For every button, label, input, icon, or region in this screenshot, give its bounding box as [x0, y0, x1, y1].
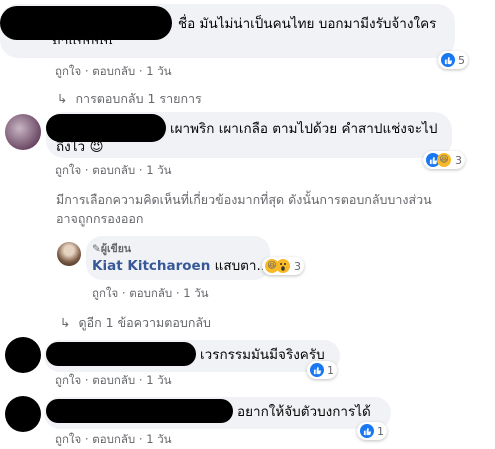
- pencil-icon: ✎: [92, 243, 101, 255]
- comment-actions: ถูกใจ · ตอบกลับ · 1 วัน: [55, 373, 172, 387]
- reply-author-name[interactable]: Kiat Kitcharoen: [92, 258, 210, 274]
- reply-link[interactable]: ตอบกลับ: [92, 64, 135, 78]
- comment-actions: ถูกใจ · ตอบกลับ · 1 วัน: [55, 432, 172, 446]
- reply-actions: ถูกใจ · ตอบกลับ · 1 วัน: [92, 286, 209, 300]
- filter-notice: มีการเลือกความคิดเห็นที่เกี่ยวข้องมากที่…: [56, 192, 432, 226]
- like-link[interactable]: ถูกใจ: [55, 373, 81, 387]
- like-reaction-icon: [310, 363, 324, 377]
- timestamp[interactable]: 1 วัน: [146, 163, 171, 177]
- redacted-author-name: [46, 399, 233, 423]
- reply-link[interactable]: ตอบกลับ: [129, 286, 172, 300]
- author-avatar[interactable]: [57, 242, 81, 266]
- timestamp[interactable]: 1 วัน: [183, 286, 208, 300]
- timestamp[interactable]: 1 วัน: [146, 64, 171, 78]
- view-replies-link[interactable]: ↳ การตอบกลับ 1 รายการ: [57, 89, 202, 109]
- comment-actions: ถูกใจ · ตอบกลับ · 1 วัน: [55, 163, 172, 177]
- reply-link[interactable]: ตอบกลับ: [92, 432, 135, 446]
- like-link[interactable]: ถูกใจ: [92, 286, 118, 300]
- reaction-summary[interactable]: 😆 3: [423, 151, 465, 169]
- reply-arrow-icon: ↳: [60, 315, 71, 330]
- wow-reaction-icon: [276, 259, 290, 273]
- reply-link[interactable]: ตอบกลับ: [92, 163, 135, 177]
- reaction-count: 5: [458, 53, 465, 67]
- reaction-count: 1: [377, 424, 384, 438]
- comment-text-line2: มาแบบนั้น: [52, 34, 113, 44]
- comment-text: เผาพริก เผาเกลือ ตามไปด้วย คำสาปแช่งจะไป: [170, 121, 438, 137]
- reaction-summary[interactable]: 😆 3: [262, 257, 304, 275]
- reaction-count: 3: [294, 259, 301, 273]
- commenter-avatar[interactable]: [5, 114, 41, 150]
- timestamp[interactable]: 1 วัน: [146, 373, 171, 387]
- comment-actions: ถูกใจ · ตอบกลับ · 1 วัน: [55, 64, 172, 78]
- reaction-summary[interactable]: 5: [438, 51, 468, 69]
- comment-text-line2: ถึงไว 😈: [56, 139, 104, 155]
- author-badge: ✎ผู้เขียน: [92, 243, 132, 255]
- like-link[interactable]: ถูกใจ: [55, 432, 81, 446]
- reaction-count: 3: [455, 153, 462, 167]
- reaction-summary[interactable]: 1: [357, 422, 387, 440]
- devil-emoji-icon: 😈: [89, 139, 104, 155]
- reply-arrow-icon: ↳: [57, 91, 68, 106]
- like-reaction-icon: [441, 53, 455, 67]
- reaction-summary[interactable]: 1: [307, 361, 337, 379]
- comment-text: ชื่อ มันไม่น่าเป็นคนไทย บอกมามีงรับจ้างใ…: [178, 16, 437, 32]
- redacted-avatar: [5, 396, 41, 432]
- reaction-count: 1: [327, 363, 334, 377]
- redacted-avatar: [5, 337, 41, 373]
- like-reaction-icon: [360, 424, 374, 438]
- view-more-replies-link[interactable]: ↳ ดูอีก 1 ข้อความตอบกลับ: [60, 313, 211, 333]
- reply-link[interactable]: ตอบกลับ: [92, 373, 135, 387]
- comment-text: อยากให้จับตัวบงการได้: [237, 404, 371, 420]
- reply-content: Kiat Kitcharoen แสบตา...: [92, 257, 269, 275]
- redacted-author-name: [46, 342, 196, 366]
- like-link[interactable]: ถูกใจ: [55, 64, 81, 78]
- timestamp[interactable]: 1 วัน: [146, 432, 171, 446]
- comment-text: เวรกรรมมันมีจริงครับ: [200, 347, 325, 363]
- like-link[interactable]: ถูกใจ: [55, 163, 81, 177]
- haha-reaction-icon: 😆: [437, 153, 451, 167]
